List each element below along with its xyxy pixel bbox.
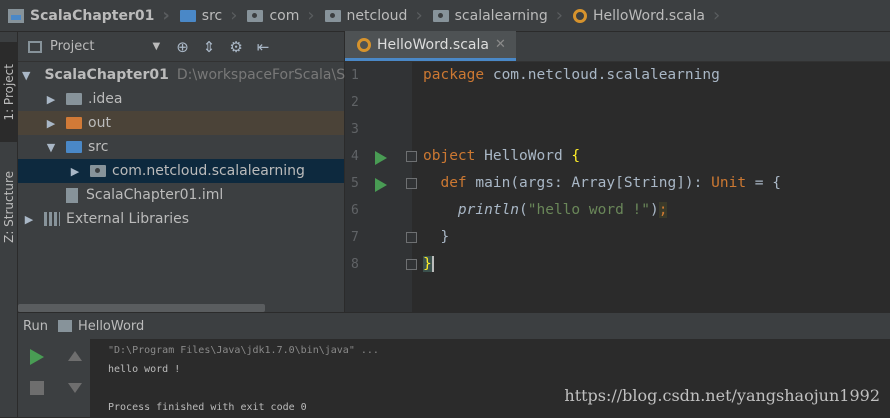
tree-item-iml[interactable]: ScalaChapter01.iml	[18, 183, 344, 207]
breadcrumb-src[interactable]: src ›	[176, 0, 244, 31]
fold-icon[interactable]	[406, 178, 417, 189]
folder-icon	[66, 93, 82, 105]
arrow-down-icon[interactable]	[68, 383, 82, 393]
line-number: 7	[345, 224, 417, 251]
fold-icon[interactable]	[406, 232, 417, 243]
fold-icon[interactable]	[406, 259, 417, 270]
chevron-right-icon: ›	[230, 5, 238, 26]
console-output[interactable]: "D:\Program Files\Java\jdk1.7.0\bin\java…	[90, 339, 890, 417]
console-line: "D:\Program Files\Java\jdk1.7.0\bin\java…	[108, 345, 379, 356]
run-toolbar	[18, 339, 90, 418]
hide-icon[interactable]: ⇤	[257, 38, 270, 56]
libraries-icon	[44, 212, 60, 226]
horizontal-scrollbar[interactable]	[18, 304, 265, 312]
package-icon	[90, 165, 106, 177]
code-area[interactable]: package com.netcloud.scalalearning objec…	[423, 62, 890, 278]
console-line: hello word !	[108, 364, 181, 375]
line-number: 4	[345, 143, 417, 170]
run-label: Run	[23, 318, 48, 334]
chevron-right-icon: ›	[555, 5, 563, 26]
arrow-up-icon[interactable]	[68, 351, 82, 361]
package-icon	[324, 9, 341, 22]
rerun-icon[interactable]	[30, 349, 44, 365]
code-line: }	[423, 256, 434, 272]
editor-tab-bar: HelloWord.scala ✕	[345, 31, 890, 62]
chevron-right-icon: ›	[162, 5, 170, 26]
module-icon	[8, 8, 24, 23]
code-line: }	[440, 229, 450, 245]
breadcrumb-scalalearning[interactable]: scalalearning ›	[429, 0, 569, 31]
line-number: 1	[351, 68, 359, 83]
left-tool-strip: 1: Project Z: Structure	[0, 32, 18, 417]
tree-item-package[interactable]: ▶ com.netcloud.scalalearning	[18, 159, 344, 183]
collapse-icon[interactable]: ⇕	[203, 38, 216, 56]
code-line: println("hello word !");	[457, 202, 668, 218]
project-view-selector[interactable]: Project	[50, 39, 94, 54]
expand-arrow-icon[interactable]: ▼	[44, 141, 58, 154]
tree-item-out[interactable]: ▶ out	[18, 111, 344, 135]
package-icon	[432, 9, 449, 22]
close-icon[interactable]: ✕	[495, 37, 506, 52]
tree-item-idea[interactable]: ▶ .idea	[18, 87, 344, 111]
collapse-arrow-icon[interactable]: ▶	[44, 93, 58, 106]
editor-gutter: 1 2 3 4 5 6 7 8	[345, 62, 417, 312]
code-line: object HelloWord {	[423, 148, 581, 164]
text-cursor	[431, 256, 434, 272]
folder-icon	[179, 9, 196, 22]
project-panel-header: Project ▼ ⊕ ⇕ ⚙ ⇤	[18, 32, 344, 62]
tree-item-root[interactable]: ▼ ScalaChapter01 D:\workspaceForScala\S	[18, 63, 345, 87]
expand-arrow-icon[interactable]: ▼	[22, 69, 30, 82]
run-panel-header: Run HelloWord	[18, 313, 890, 339]
scala-file-icon	[573, 8, 587, 23]
breadcrumb-com[interactable]: com ›	[243, 0, 320, 31]
line-number: 8	[345, 251, 417, 278]
collapse-arrow-icon[interactable]: ▶	[44, 117, 58, 130]
run-panel: Run HelloWord "D:\Program Files\Java\jdk…	[18, 312, 890, 417]
excluded-folder-icon	[66, 117, 82, 129]
navigation-bar: ScalaChapter01 › src › com › netcloud › …	[0, 0, 890, 32]
chevron-right-icon: ›	[307, 5, 315, 26]
line-number: 2	[351, 95, 359, 110]
scala-file-icon	[357, 37, 371, 52]
run-config-tab[interactable]: HelloWord	[57, 319, 144, 334]
stop-icon[interactable]	[30, 381, 44, 395]
code-editor: HelloWord.scala ✕ 1 2 3 4 5 6 7 8 packag…	[345, 31, 890, 312]
package-icon	[247, 9, 264, 22]
run-gutter-icon[interactable]	[375, 151, 387, 165]
source-folder-icon	[66, 141, 82, 153]
watermark: https://blog.csdn.net/yangshaojun1992	[564, 386, 880, 405]
tab-project[interactable]: 1: Project	[0, 42, 18, 142]
collapse-arrow-icon[interactable]: ▶	[68, 165, 82, 178]
collapse-arrow-icon[interactable]: ▶	[22, 213, 36, 226]
breadcrumb-file[interactable]: HelloWord.scala ›	[569, 0, 726, 31]
breadcrumb-netcloud[interactable]: netcloud ›	[321, 0, 429, 31]
line-number: 3	[351, 122, 359, 137]
run-config-icon	[57, 320, 72, 332]
project-panel: Project ▼ ⊕ ⇕ ⚙ ⇤ ▼ ScalaChapter01 D:\wo…	[18, 32, 345, 312]
line-number: 5	[345, 170, 417, 197]
editor-tab-helloword[interactable]: HelloWord.scala ✕	[345, 31, 516, 61]
tree-item-libraries[interactable]: ▶ External Libraries	[18, 207, 344, 231]
tree-item-src[interactable]: ▼ src	[18, 135, 344, 159]
iml-file-icon	[66, 187, 78, 203]
code-line: def main(args: Array[String]): Unit = {	[440, 175, 781, 191]
gear-icon[interactable]: ⚙	[229, 38, 242, 56]
chevron-right-icon: ›	[415, 5, 423, 26]
run-gutter-icon[interactable]	[375, 178, 387, 192]
tab-structure[interactable]: Z: Structure	[0, 152, 18, 262]
fold-icon[interactable]	[406, 151, 417, 162]
project-tree: ▼ ScalaChapter01 D:\workspaceForScala\S …	[18, 62, 345, 231]
line-number: 6	[351, 203, 359, 218]
crosshair-icon[interactable]: ⊕	[176, 38, 189, 56]
chevron-right-icon: ›	[712, 5, 721, 26]
project-view-icon	[28, 40, 42, 53]
code-line: package com.netcloud.scalalearning	[423, 67, 720, 83]
chevron-down-icon[interactable]: ▼	[152, 41, 160, 52]
breadcrumb-project[interactable]: ScalaChapter01 ›	[4, 0, 176, 31]
